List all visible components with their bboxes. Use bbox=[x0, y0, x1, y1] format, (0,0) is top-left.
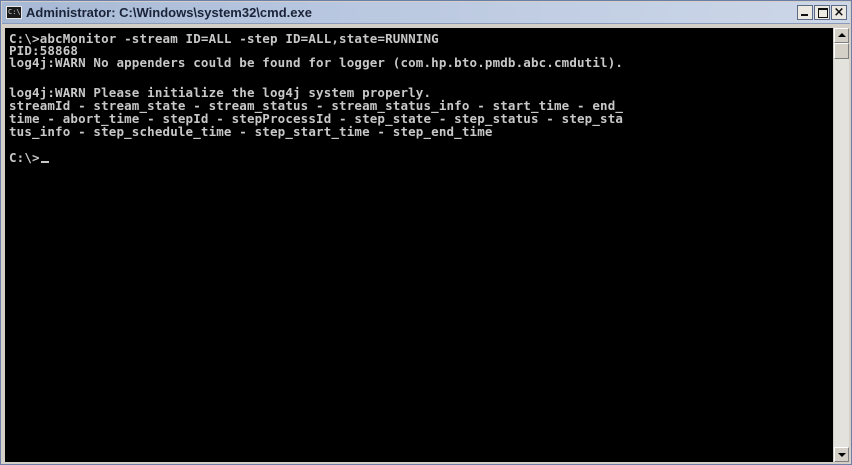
command-prompt-icon[interactable]: C:\ bbox=[6, 6, 22, 19]
console-line: log4j:WARN No appenders could be found f… bbox=[9, 55, 624, 70]
console-output[interactable]: C:\>abcMonitor -stream ID=ALL -step ID=A… bbox=[5, 28, 833, 462]
window-title: Administrator: C:\Windows\system32\cmd.e… bbox=[26, 5, 312, 20]
scroll-up-button[interactable] bbox=[834, 28, 849, 43]
scroll-thumb[interactable] bbox=[834, 43, 849, 59]
text-cursor bbox=[40, 161, 49, 163]
title-bar[interactable]: C:\ Administrator: C:\Windows\system32\c… bbox=[2, 2, 850, 24]
prompt-line: C:\> bbox=[9, 151, 49, 164]
close-button[interactable]: × bbox=[831, 5, 847, 20]
scroll-down-button[interactable] bbox=[834, 447, 849, 462]
maximize-button[interactable] bbox=[814, 5, 830, 20]
console-line: tus_info - step_schedule_time - step_sta… bbox=[9, 124, 493, 139]
cmd-window: C:\ Administrator: C:\Windows\system32\c… bbox=[0, 0, 852, 465]
close-icon: × bbox=[833, 5, 845, 20]
minimize-button[interactable] bbox=[797, 5, 813, 20]
prompt-text: C:\> bbox=[9, 150, 40, 165]
vertical-scrollbar[interactable] bbox=[834, 28, 849, 462]
